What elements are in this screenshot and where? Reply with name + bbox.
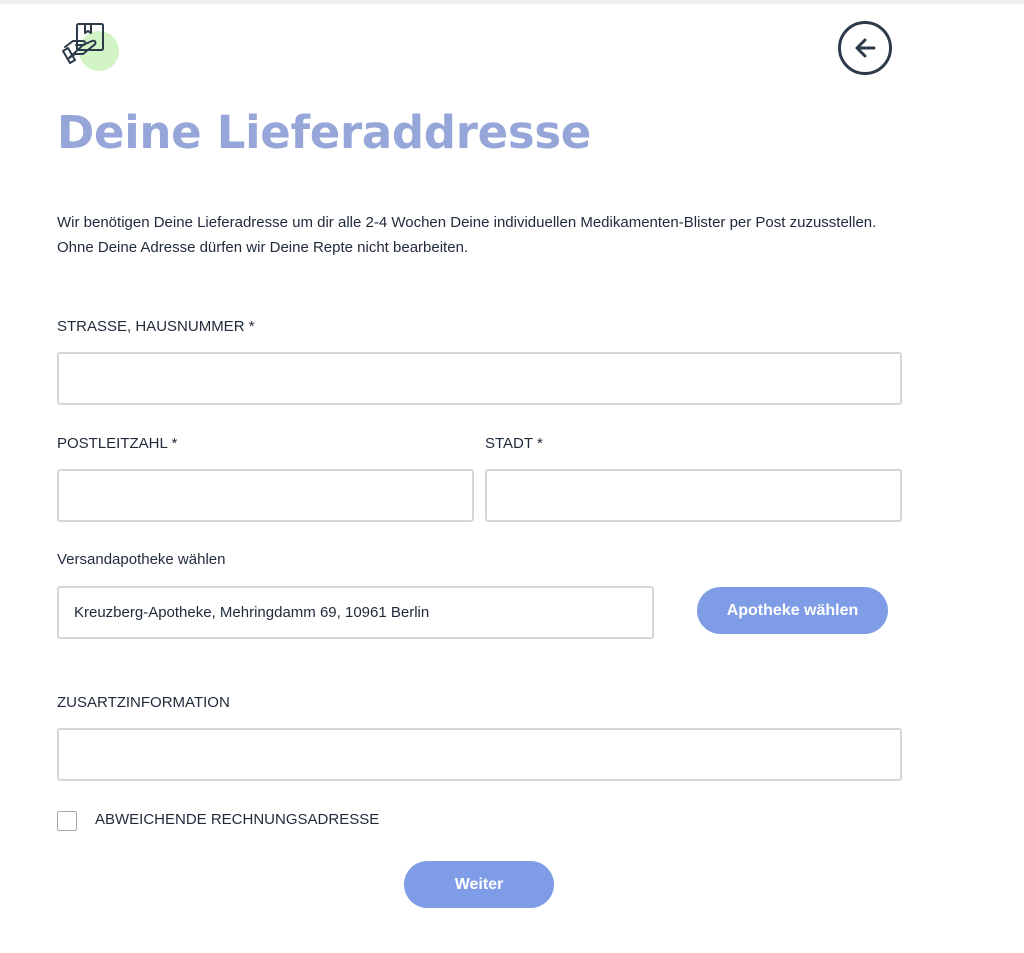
extra-info-label: ZUSARTZINFORMATION bbox=[57, 694, 230, 711]
page-title: Deine Lieferaddresse bbox=[57, 106, 592, 159]
billing-address-label[interactable]: ABWEICHENDE RECHNUNGSADRESSE bbox=[95, 811, 379, 828]
top-divider bbox=[0, 0, 1024, 4]
back-button[interactable] bbox=[837, 20, 893, 76]
city-label: STADT * bbox=[485, 435, 543, 452]
city-input[interactable] bbox=[485, 469, 902, 522]
zip-label: POSTLEITZAHL * bbox=[57, 435, 178, 452]
pharmacy-input[interactable] bbox=[57, 586, 654, 639]
extra-info-input[interactable] bbox=[57, 728, 902, 781]
continue-button[interactable]: Weiter bbox=[404, 861, 554, 908]
choose-pharmacy-button[interactable]: Apotheke wählen bbox=[697, 587, 888, 634]
intro-text: Wir benötigen Deine Lieferadresse um dir… bbox=[57, 214, 877, 256]
zip-input[interactable] bbox=[57, 469, 474, 522]
box-in-hand-icon bbox=[62, 20, 120, 74]
pharmacy-label: Versandapotheke wählen bbox=[57, 551, 226, 568]
street-input[interactable] bbox=[57, 352, 902, 405]
billing-address-checkbox[interactable] bbox=[57, 811, 77, 831]
arrow-left-circle-icon bbox=[838, 21, 892, 75]
street-label: STRASSE, HAUSNUMMER * bbox=[57, 318, 255, 335]
